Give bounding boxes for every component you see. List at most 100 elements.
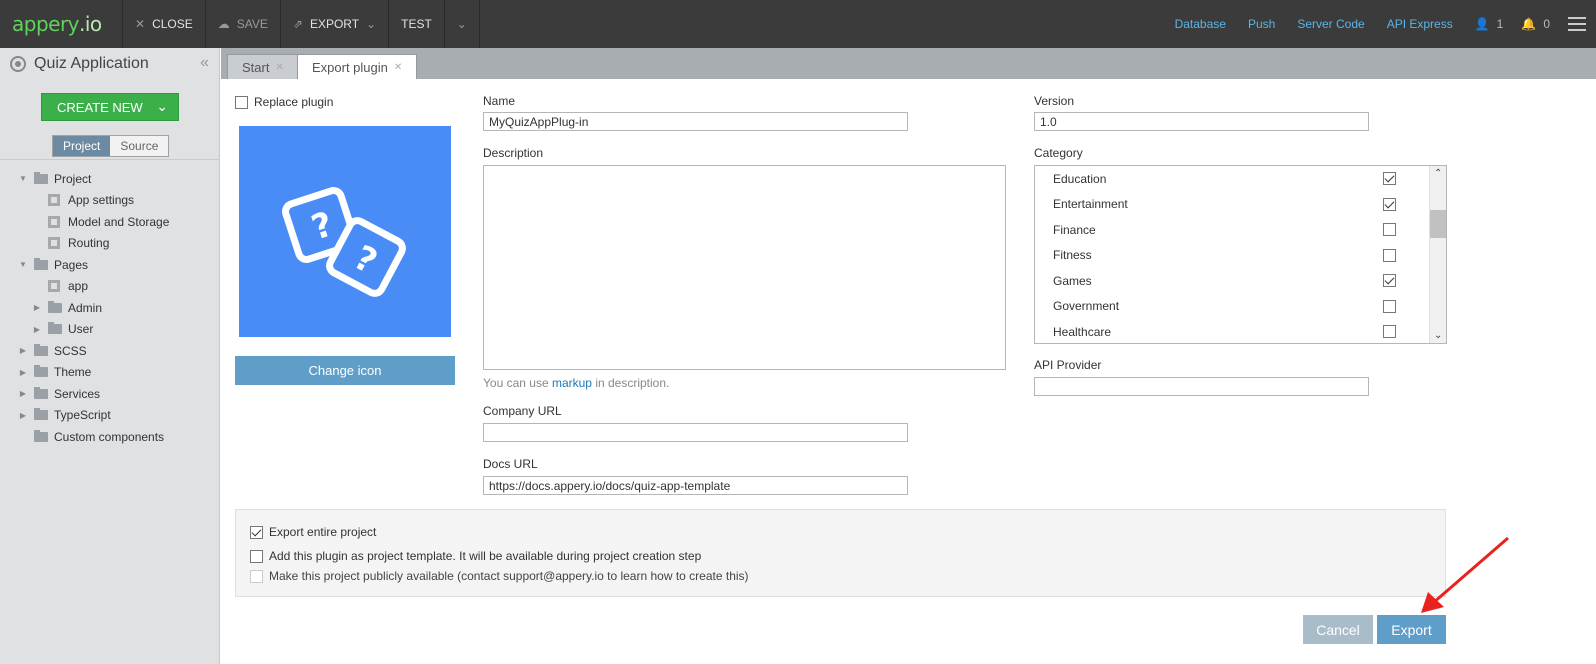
caret-down-icon[interactable]: ▼ xyxy=(18,260,28,269)
category-checkbox[interactable] xyxy=(1383,223,1396,237)
tree-item[interactable]: App settings xyxy=(0,190,220,212)
server-code-link[interactable]: Server Code xyxy=(1297,17,1364,31)
cancel-button[interactable]: Cancel xyxy=(1303,615,1373,644)
caret-right-icon[interactable]: ▶ xyxy=(18,389,28,398)
export-entire-checkbox[interactable] xyxy=(250,525,263,539)
hamburger-menu-icon[interactable] xyxy=(1568,17,1586,31)
close-tab-icon[interactable]: ✕ xyxy=(275,62,283,73)
category-checkbox[interactable] xyxy=(1383,274,1396,288)
push-link[interactable]: Push xyxy=(1248,17,1275,31)
project-title: Quiz Application xyxy=(0,48,219,80)
notifications-counter[interactable]: 🔔 0 xyxy=(1521,17,1550,31)
category-item-label: Entertainment xyxy=(1053,197,1128,212)
export-options-panel: Export entire project Add this plugin as… xyxy=(235,509,1446,597)
app-gear-icon xyxy=(10,56,26,72)
category-checkbox[interactable] xyxy=(1383,248,1396,262)
plugin-icon-preview: ? ? xyxy=(239,126,451,337)
svg-text:?: ? xyxy=(307,204,338,248)
description-textarea[interactable] xyxy=(483,165,1006,370)
tree-item[interactable]: Routing xyxy=(0,233,220,255)
caret-right-icon[interactable]: ▶ xyxy=(18,411,28,420)
name-label: Name xyxy=(483,94,516,108)
caret-right-icon[interactable]: ▶ xyxy=(18,368,28,377)
folder-icon xyxy=(34,171,48,184)
tree-item[interactable]: ▼ Pages xyxy=(0,254,220,276)
tab-export-plugin[interactable]: Export plugin ✕ xyxy=(297,54,418,79)
caret-down-icon[interactable]: ▼ xyxy=(18,174,28,183)
version-label: Version xyxy=(1034,94,1075,108)
close-icon: ✕ xyxy=(135,17,146,31)
file-icon xyxy=(48,215,60,228)
category-checkbox[interactable] xyxy=(1383,172,1396,186)
folder-icon xyxy=(34,386,48,399)
tab-start[interactable]: Start ✕ xyxy=(227,54,299,79)
scroll-down-icon[interactable]: ⌄ xyxy=(1434,330,1442,341)
tree-item-label: Services xyxy=(54,386,101,401)
tree-item[interactable]: ▶ TypeScript xyxy=(0,405,220,427)
api-express-link[interactable]: API Express xyxy=(1387,17,1453,31)
tree-item[interactable]: ▶ SCSS xyxy=(0,340,220,362)
project-tree: ▼ Project App settings Model and Storage Rou… xyxy=(0,168,220,448)
bell-icon: 🔔 xyxy=(1521,17,1537,31)
tree-item[interactable]: Custom components xyxy=(0,426,220,448)
tree-item[interactable]: ▶ Admin xyxy=(0,297,220,319)
test-button[interactable]: TEST xyxy=(388,0,444,48)
add-template-checkbox[interactable] xyxy=(250,549,263,563)
tree-item[interactable]: ▶ Services xyxy=(0,383,220,405)
tree-item[interactable]: ▼ Project xyxy=(0,168,220,190)
tree-item[interactable]: Model and Storage xyxy=(0,211,220,233)
change-icon-button[interactable]: Change icon xyxy=(235,356,455,385)
replace-plugin-checkbox[interactable] xyxy=(235,95,248,109)
users-counter[interactable]: 👤 1 xyxy=(1475,17,1504,31)
add-template-option: Add this plugin as project template. It … xyxy=(250,549,701,563)
docs-url-input[interactable] xyxy=(483,476,908,495)
tree-item[interactable]: ▶ Theme xyxy=(0,362,220,384)
description-label: Description xyxy=(483,146,544,160)
category-item: Games xyxy=(1035,268,1446,294)
collapse-sidebar-icon[interactable]: « xyxy=(200,54,209,72)
scroll-thumb[interactable] xyxy=(1430,210,1446,238)
close-button[interactable]: ✕ CLOSE xyxy=(122,0,205,48)
tab-project[interactable]: Project xyxy=(53,136,111,156)
category-item-label: Education xyxy=(1053,171,1107,186)
chevron-down-icon: ⌄ xyxy=(366,17,377,31)
tab-source[interactable]: Source xyxy=(110,136,169,156)
caret-right-icon[interactable]: ▶ xyxy=(32,325,42,334)
tree-item-label: Project xyxy=(54,171,92,186)
file-icon xyxy=(48,237,60,250)
name-input[interactable] xyxy=(483,112,908,131)
caret-right-icon[interactable]: ▶ xyxy=(32,303,42,312)
database-link[interactable]: Database xyxy=(1175,17,1226,31)
test-dropdown-button[interactable]: ⌄ xyxy=(443,0,480,48)
category-list[interactable]: Education Entertainment Finance Fitness Game… xyxy=(1034,165,1447,344)
chevron-down-icon: ⌄ xyxy=(456,17,467,31)
save-button[interactable]: ☁ SAVE xyxy=(204,0,280,48)
category-checkbox[interactable] xyxy=(1383,197,1396,211)
version-input[interactable] xyxy=(1034,112,1369,131)
category-item-label: Healthcare xyxy=(1053,324,1112,339)
make-public-option: Make this project publicly available (co… xyxy=(250,569,749,583)
company-url-input[interactable] xyxy=(483,423,908,442)
make-public-checkbox[interactable] xyxy=(250,569,263,583)
top-toolbar: appery .io ✕ CLOSE ☁ SAVE ⇗ EXPORT ⌄ TEST… xyxy=(0,0,1596,48)
file-icon xyxy=(48,280,60,293)
export-menu-button[interactable]: ⇗ EXPORT ⌄ xyxy=(279,0,388,48)
markup-link[interactable]: markup xyxy=(552,376,592,390)
project-sidebar: Quiz Application « CREATE NEW ⌄ Project … xyxy=(0,48,220,664)
appery-logo[interactable]: appery .io xyxy=(0,0,122,48)
tree-item[interactable]: ▶ User xyxy=(0,319,220,341)
tree-item[interactable]: app xyxy=(0,276,220,298)
category-scrollbar[interactable]: ⌃ ⌄ xyxy=(1429,166,1446,343)
file-icon xyxy=(48,194,60,207)
company-url-label: Company URL xyxy=(483,404,562,418)
category-checkbox[interactable] xyxy=(1383,299,1396,313)
close-tab-icon[interactable]: ✕ xyxy=(394,62,402,73)
api-provider-input[interactable] xyxy=(1034,377,1369,396)
category-checkbox[interactable] xyxy=(1383,325,1396,339)
create-new-button[interactable]: CREATE NEW ⌄ xyxy=(41,93,179,121)
category-label: Category xyxy=(1034,146,1083,160)
tree-item-label: Pages xyxy=(54,257,89,272)
caret-right-icon[interactable]: ▶ xyxy=(18,346,28,355)
scroll-up-icon[interactable]: ⌃ xyxy=(1434,168,1442,179)
tree-item-label: Admin xyxy=(68,300,103,315)
